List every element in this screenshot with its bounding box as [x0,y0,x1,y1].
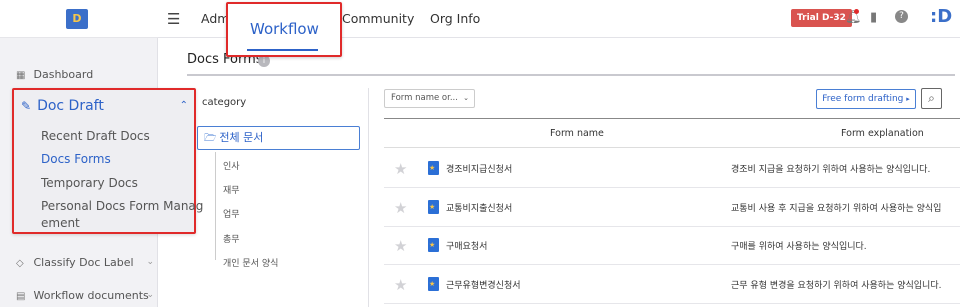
table-header: Form name Form explanation [384,118,960,148]
sidebar-item-dashboard[interactable]: ▦ Dashboard [16,68,93,81]
tag-icon: ◇ [16,258,24,269]
doc-draft-title: Doc Draft [37,98,104,114]
table-row[interactable]: ★ 교통비지출신청서 교통비 사용 후 지급을 요청하기 위하여 사용하는 양식… [384,189,960,227]
divider [187,74,955,76]
favorite-star-icon[interactable]: ★ [394,276,407,294]
form-document-icon [428,200,439,214]
sidebar-item-label: Workflow documents [33,289,149,302]
submenu-temporary-docs[interactable]: Temporary Docs [41,176,138,190]
submenu-personal-docs-form[interactable]: Personal Docs Form Manag [41,199,203,213]
submenu-personal-docs-form-cont[interactable]: ement [41,216,80,230]
submenu-recent-draft-docs[interactable]: Recent Draft Docs [41,129,150,143]
column-header-form-explanation[interactable]: Form explanation [841,128,924,139]
doc-draft-menu: ✎ Doc Draft ⌃ Recent Draft Docs Docs Form… [12,88,203,234]
form-explanation: 구매를 위하여 사용하는 양식입니다. [731,242,867,252]
app-root: D ▦ Dashboard ◇ Classify Doc Label ⌄ ▤ W… [0,0,960,307]
category-header: category [202,97,247,108]
category-item[interactable]: 업무 [223,207,240,220]
form-name[interactable]: 근무유형변경신청서 [446,278,521,291]
hamburger-menu-icon[interactable]: ☰ [167,10,180,28]
dashboard-icon: ▦ [16,70,26,81]
tree-line [215,152,216,260]
tab-org-info[interactable]: Org Info [430,11,480,26]
doc-draft-toggle[interactable]: ✎ Doc Draft [21,98,104,114]
search-button[interactable]: ⌕ [921,88,942,109]
category-panel: category 🗁︎ 전체 문서 인사 재무 업무 총무 개인 문서 양식 [187,88,369,307]
notification-dot [854,9,859,14]
caret-right-icon: ▸ [906,95,910,103]
form-explanation: 경조비 지급을 요청하기 위하여 사용하는 양식입니다. [731,165,931,175]
table-row[interactable]: ★ 근무유형변경신청서 근무 유형 변경을 요청하기 위하여 사용하는 양식입니… [384,266,960,304]
help-icon[interactable]: ? [895,10,908,23]
chevron-down-icon: ⌄ [146,290,154,300]
document-icon: ▤ [16,291,26,302]
folder-icon: 🗁︎ [204,133,217,144]
category-item[interactable]: 총무 [223,232,240,245]
chevron-down-icon: ⌄ [146,257,154,267]
free-form-drafting-label: Free form drafting [822,94,904,104]
form-name[interactable]: 구매요청서 [446,239,487,252]
sidebar-item-classify-doc-label[interactable]: ◇ Classify Doc Label ⌄ [16,256,154,269]
form-explanation: 교통비 사용 후 지급을 요청하기 위하여 사용하는 양식입 [731,204,942,214]
category-all-label: 전체 문서 [219,131,264,144]
chevron-down-icon: ⌄ [463,94,469,102]
user-avatar[interactable]: :D [930,6,952,27]
form-name[interactable]: 경조비지급신청서 [446,162,512,175]
favorite-star-icon[interactable]: ★ [394,237,407,255]
table-row[interactable]: ★ 경조비지급신청서 경조비 지급을 요청하기 위하여 사용하는 양식입니다. [384,150,960,188]
form-explanation: 근무 유형 변경을 요청하기 위하여 사용하는 양식입니다. [731,281,942,291]
favorite-star-icon[interactable]: ★ [394,199,407,217]
company-logo[interactable]: D [66,9,88,29]
table-row[interactable]: ★ 구매요청서 구매를 위하여 사용하는 양식입니다. [384,227,960,265]
category-item[interactable]: 인사 [223,159,240,172]
submenu-docs-forms[interactable]: Docs Forms [41,152,111,166]
sidebar-item-label: Dashboard [33,68,94,81]
form-document-icon [428,161,439,175]
tab-community[interactable]: Community [342,11,414,26]
column-header-form-name[interactable]: Form name [550,128,604,139]
form-document-icon [428,238,439,252]
sidebar-item-workflow-documents[interactable]: ▤ Workflow documents ⌄ [16,289,154,302]
search-filter-value: Form name or... [391,93,458,103]
tab-workflow-label: Workflow [250,20,319,38]
form-document-icon [428,277,439,291]
free-form-drafting-button[interactable]: Free form drafting ▸ [816,89,916,109]
category-item[interactable]: 개인 문서 양식 [223,256,278,269]
search-filter-select[interactable]: Form name or... ⌄ [384,89,475,108]
sidebar-item-label: Classify Doc Label [33,256,134,269]
logo-area: D [0,0,158,38]
form-name[interactable]: 교통비지출신청서 [446,201,512,214]
favorite-star-icon[interactable]: ★ [394,160,407,178]
search-icon: ⌕ [928,91,935,105]
active-tab-indicator [247,49,318,51]
trial-badge[interactable]: Trial D-32 [791,9,852,27]
category-all-documents[interactable]: 🗁︎ 전체 문서 [197,126,360,150]
category-item[interactable]: 재무 [223,183,240,196]
pen-icon: ✎ [21,99,32,113]
tab-workflow[interactable]: Workflow [226,2,342,57]
chevron-up-icon[interactable]: ⌃ [180,100,188,111]
bookmark-icon[interactable]: ▮ [870,10,877,25]
